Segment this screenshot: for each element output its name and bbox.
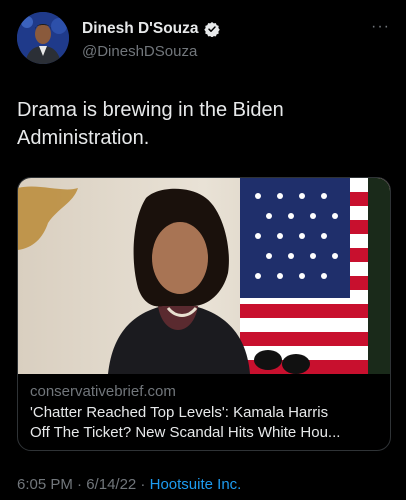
card-title-line-1: 'Chatter Reached Top Levels': Kamala Har… xyxy=(30,404,329,421)
verified-badge-icon xyxy=(203,22,220,37)
tweet-text: Drama is brewing in the Biden Administra… xyxy=(17,99,284,149)
tweet-source-link[interactable]: Hootsuite Inc. xyxy=(150,476,242,493)
avatar-photo xyxy=(17,12,69,64)
author-handle[interactable]: @DineshDSouza xyxy=(82,43,197,60)
author-display-name[interactable]: Dinesh D'Souza xyxy=(82,20,199,38)
tweet-date[interactable]: 6/14/22 xyxy=(86,476,136,493)
card-title[interactable]: 'Chatter Reached Top Levels': Kamala Har… xyxy=(30,403,380,443)
timestamp-separator: · xyxy=(72,476,87,493)
tweet-timestamp-row: 6:05 PM · 6/14/22 · Hootsuite Inc. xyxy=(17,476,241,493)
card-domain[interactable]: conservativebrief.com xyxy=(30,382,380,401)
author-display-name-row[interactable]: Dinesh D'Souza xyxy=(82,20,220,38)
more-options-icon[interactable]: ··· xyxy=(371,19,391,35)
link-preview-card[interactable]: conservativebrief.com 'Chatter Reached T… xyxy=(17,177,391,451)
tweet-time[interactable]: 6:05 PM xyxy=(17,476,73,493)
avatar[interactable] xyxy=(17,12,69,64)
card-title-line-2: Off The Ticket? New Scandal Hits White H… xyxy=(30,424,341,441)
card-image xyxy=(18,178,390,374)
timestamp-separator: · xyxy=(136,476,150,493)
